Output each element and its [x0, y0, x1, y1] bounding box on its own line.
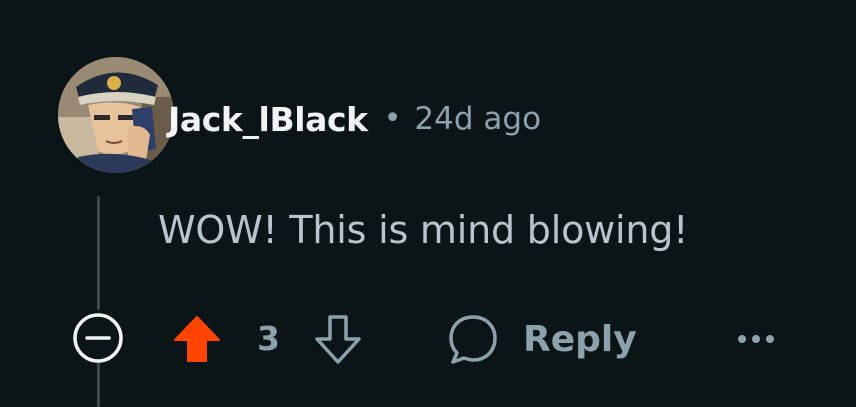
minus-circle-icon: [73, 313, 123, 363]
collapse-button[interactable]: [71, 311, 125, 365]
avatar-image: [58, 57, 174, 173]
ellipsis-icon: [738, 335, 774, 343]
comment: Jack_lBlack • 24d ago WOW! This is mind …: [0, 0, 856, 407]
reply-button[interactable]: Reply: [445, 309, 637, 369]
comment-body: WOW! This is mind blowing!: [158, 208, 689, 252]
upvote-button[interactable]: [172, 314, 222, 364]
separator-dot: •: [383, 100, 402, 136]
downvote-button[interactable]: [313, 312, 363, 366]
timestamp[interactable]: 24d ago: [414, 101, 541, 137]
avatar[interactable]: [58, 57, 174, 173]
comment-header: Jack_lBlack • 24d ago: [168, 96, 541, 142]
vote-score: 3: [257, 319, 280, 358]
more-options-button[interactable]: [732, 322, 780, 356]
arrow-down-outline-icon: [315, 315, 361, 364]
thread-line[interactable]: [97, 196, 100, 310]
arrow-up-filled-icon: [174, 316, 220, 362]
speech-bubble-icon: [449, 315, 497, 364]
thread-line-lower[interactable]: [97, 360, 100, 407]
author-name[interactable]: Jack_lBlack: [168, 100, 368, 139]
reply-label: Reply: [523, 318, 637, 360]
